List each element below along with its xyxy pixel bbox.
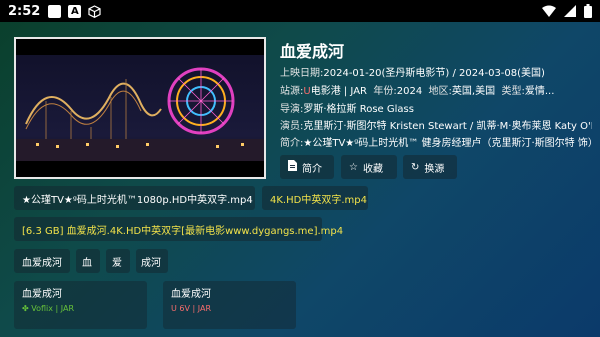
search-tag[interactable]: 血 (76, 249, 100, 273)
notification-icon (48, 4, 62, 18)
card-title: 血爱成河 (171, 289, 211, 300)
magnet-icon: U (171, 304, 177, 313)
movie-poster[interactable] (14, 37, 266, 179)
summary-line: 简介:★公瑾TV★ᵍ码上时光机™ 健身房经理卢（克里斯汀·斯图尔特 饰） (280, 138, 592, 149)
cast-line: 演员:克里斯汀·斯图尔特 Kristen Stewart / 凯蒂·M·奥布莱恩… (280, 121, 592, 132)
episode-item[interactable]: ★公瑾TV★ᵍ码上时光机™1080p.HD中英双字.mp4 (14, 186, 255, 210)
movie-title: 血爱成河 (280, 42, 345, 61)
favorite-button[interactable]: ☆ 收藏 (341, 155, 397, 179)
card-source: U 6V | JAR (171, 304, 211, 313)
episode-item-selected[interactable]: [6.3 GB] 血爱成河.4K.HD中英双字[最新电影www.dygangs.… (14, 217, 343, 241)
search-tag[interactable]: 爱 (106, 249, 130, 273)
status-time: 2:52 (8, 3, 41, 19)
source-line: 站源:U电影港 | JAR 年份:2024 地区:英国,美国 类型:爱情... (280, 86, 555, 97)
cube-icon (88, 4, 101, 18)
director-line: 导演:罗斯·格拉斯 Rose Glass (280, 104, 414, 115)
episode-item-selected[interactable]: 4K.HD中英双字.mp4 (262, 186, 368, 210)
release-date: 上映日期:2024-01-20(圣丹斯电影节) / 2024-03-08(美国) (280, 68, 545, 79)
search-tag[interactable]: 血爱成河 (14, 249, 70, 273)
magnet-icon: U (303, 86, 311, 97)
source-card[interactable]: 血爱成河 ✤ Voflix | JAR (14, 281, 147, 329)
star-icon: ☆ (349, 161, 358, 173)
battery-icon (584, 4, 592, 22)
intro-button[interactable]: 简介 (280, 155, 334, 179)
switch-source-button[interactable]: ↻ 换源 (403, 155, 457, 179)
source-card[interactable]: 血爱成河 U 6V | JAR (163, 281, 296, 329)
signal-icon (564, 5, 576, 21)
refresh-icon: ↻ (411, 161, 420, 173)
wifi-icon (542, 5, 556, 21)
status-bar: 2:52 A (0, 0, 600, 22)
search-tag[interactable]: 成河 (136, 249, 168, 273)
document-icon (288, 160, 297, 174)
card-title: 血爱成河 (22, 289, 62, 300)
card-source: ✤ Voflix | JAR (22, 304, 75, 313)
clover-icon: ✤ (22, 304, 29, 313)
app-a-icon: A (68, 4, 82, 18)
